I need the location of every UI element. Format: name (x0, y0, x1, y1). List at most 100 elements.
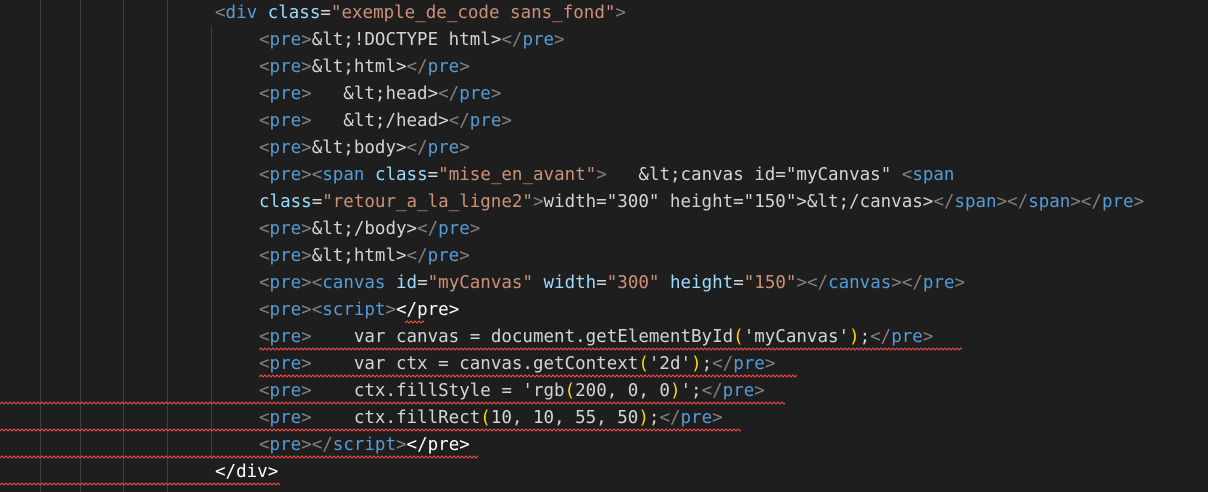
code-token: > (301, 381, 312, 401)
code-token: "exemple_de_code sans_fond" (330, 3, 616, 23)
code-token: ; (701, 354, 713, 374)
code-token: > (301, 300, 312, 320)
code-token: > (996, 192, 1008, 212)
code-token: > (396, 435, 407, 455)
code-line[interactable]: <pre>&lt;body></pre> (259, 135, 470, 162)
code-token: pre (427, 138, 460, 158)
code-token: > (459, 435, 470, 455)
code-token: </ (806, 273, 829, 293)
error-squiggle (0, 428, 741, 432)
code-token: ; (859, 327, 871, 347)
code-line[interactable]: <div class="exemple_de_code sans_fond"> (215, 0, 626, 27)
code-token: pre (269, 327, 302, 347)
code-token: span (954, 192, 997, 212)
code-token: canvas (828, 273, 892, 293)
code-token: pre (269, 300, 302, 320)
code-token: canvas (322, 273, 386, 293)
code-line[interactable]: <pre>&lt;!DOCTYPE html></pre> (259, 27, 565, 54)
code-line[interactable]: <pre>&lt;html></pre> (259, 243, 470, 270)
code-line[interactable]: <pre><script></pre> (259, 297, 459, 324)
code-token: span (322, 165, 365, 185)
code-token: < (259, 273, 270, 293)
code-token: > (1133, 192, 1145, 212)
code-token: &lt;/body> (311, 219, 418, 239)
code-token: script (322, 300, 386, 320)
code-token: > (459, 57, 470, 77)
indent-guide (123, 0, 124, 492)
code-token: pre (269, 246, 302, 266)
code-token: span (912, 165, 955, 185)
code-token: > (459, 138, 470, 158)
code-token: ) (669, 381, 681, 401)
code-token: </ (406, 57, 428, 77)
code-token: ) (849, 327, 860, 347)
code-token: > (301, 84, 312, 104)
code-token: pre (269, 219, 302, 239)
code-token: ; (648, 408, 660, 428)
code-line[interactable]: <pre> &lt;head></pre> (259, 81, 501, 108)
code-token: pre (269, 354, 302, 374)
code-token: </ (870, 327, 892, 347)
code-token: pre (891, 327, 923, 347)
code-token: </ (406, 138, 428, 158)
indent-guide (211, 27, 212, 459)
code-token: pre (680, 408, 713, 428)
error-squiggle (259, 347, 962, 351)
code-token: &lt;/head> (311, 111, 449, 131)
code-token: ctx.fillRect (311, 408, 481, 428)
code-token: > (459, 246, 470, 266)
code-token: > (301, 111, 312, 131)
code-token: '2d' (648, 354, 692, 374)
code-token: "300" (606, 273, 660, 293)
code-token: 200, 0, 0 (575, 381, 670, 401)
code-line[interactable]: class="retour_a_la_ligne2">width="300" h… (259, 189, 1144, 216)
code-token: &lt;html> (311, 57, 407, 77)
code-token: = (320, 3, 331, 23)
code-token: class (259, 192, 312, 212)
code-token: ctx.fillStyle = 'rgb (311, 381, 565, 401)
code-editor[interactable]: <div class="exemple_de_code sans_fond"> <… (0, 0, 1208, 492)
code-line[interactable]: <pre> &lt;/head></pre> (259, 108, 512, 135)
error-squiggle (405, 320, 424, 324)
code-token: ) (638, 408, 649, 428)
code-line[interactable]: <pre><span class="mise_en_avant"> &lt;ca… (259, 162, 954, 189)
code-token: > (954, 273, 966, 293)
code-token: pre (722, 381, 755, 401)
code-token: > (448, 300, 460, 320)
code-token: </ (406, 246, 428, 266)
code-token: </ (933, 192, 955, 212)
code-token: pre (1101, 192, 1134, 212)
code-token: > (754, 381, 765, 401)
code-token: > (712, 408, 723, 428)
code-token: > (490, 84, 502, 104)
code-token: width (532, 273, 597, 293)
code-token: < (259, 327, 270, 347)
code-token: div (225, 3, 258, 23)
code-token: div (236, 462, 268, 482)
error-squiggle (259, 374, 797, 378)
code-token: > (891, 273, 902, 293)
code-token: > (615, 3, 626, 23)
code-token: </ (659, 408, 681, 428)
code-token: < (259, 138, 270, 158)
code-token: id (385, 273, 418, 293)
code-token: '; (680, 381, 702, 401)
code-token: < (259, 354, 270, 374)
code-token: > (764, 354, 776, 374)
code-line[interactable]: <pre>&lt;/body></pre> (259, 216, 480, 243)
code-token: < (259, 381, 270, 401)
code-token: > (301, 219, 312, 239)
code-line[interactable]: <pre>&lt;html></pre> (259, 54, 470, 81)
code-token: > (301, 273, 312, 293)
code-token: < (259, 300, 270, 320)
code-token: = (417, 273, 428, 293)
code-line[interactable]: <pre><canvas id="myCanvas" width="300" h… (259, 270, 965, 297)
code-token: "retour_a_la_ligne2" (322, 192, 533, 212)
code-token: </ (396, 300, 418, 320)
code-token: < (311, 165, 323, 185)
code-token: > (596, 165, 607, 185)
code-token: pre (269, 138, 302, 158)
code-token: pre (438, 219, 470, 239)
code-token: pre (427, 435, 460, 455)
code-token: ( (733, 327, 744, 347)
